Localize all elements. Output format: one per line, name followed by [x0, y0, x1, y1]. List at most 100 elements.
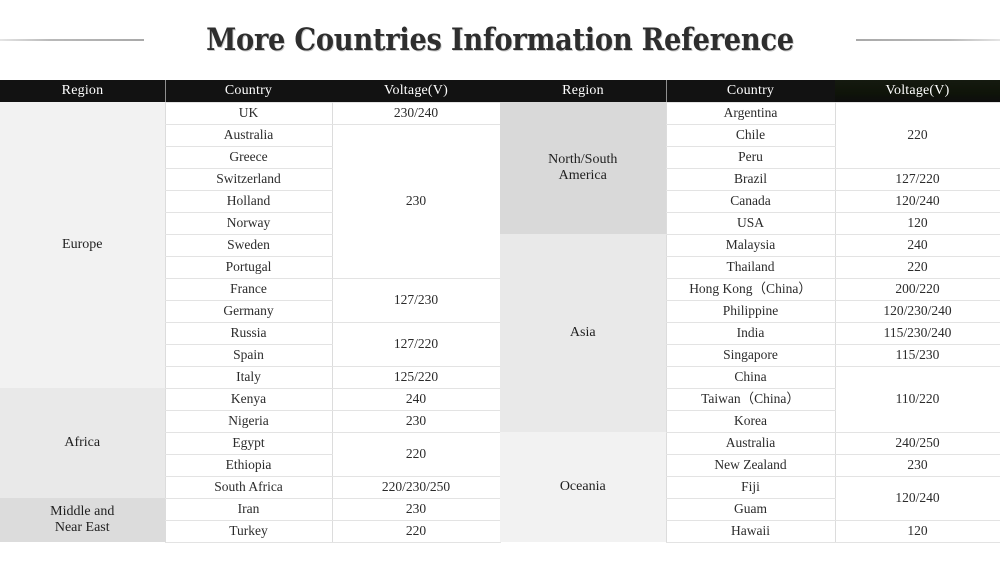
- voltage-cell: 110/220: [835, 365, 1000, 433]
- voltage-cell: 115/230/240: [835, 321, 1000, 345]
- table-row: Africa Kenya 240: [0, 387, 501, 498]
- voltage-table-left: Region Country Voltage(V) Europe UK 230/24…: [0, 80, 501, 543]
- col-header-country: Country: [165, 80, 332, 102]
- country-cell: Ethiopia: [164, 453, 333, 477]
- voltage-cell: 220/230/250: [332, 475, 501, 499]
- country-cell: Hawaii: [665, 519, 836, 543]
- voltage-cell: 120: [835, 519, 1000, 543]
- country-cell: USA: [665, 211, 836, 235]
- country-cell: Germany: [164, 299, 333, 323]
- region-label-line2: America: [558, 168, 607, 183]
- voltage-cell: 220: [332, 431, 501, 477]
- voltage-cell: 230: [835, 453, 1000, 477]
- country-cell: Portugal: [164, 255, 333, 279]
- country-cell: Thailand: [665, 255, 836, 279]
- right-table-wrapper: Region Country Voltage(V) North/South Ame…: [500, 80, 1000, 543]
- country-cell: New Zealand: [665, 453, 836, 477]
- voltage-cell: 220: [835, 101, 1000, 169]
- country-cell: Fiji: [665, 475, 836, 499]
- table-row: Asia Malaysia 240: [500, 233, 1000, 432]
- col-header-voltage: Voltage(V): [332, 80, 500, 102]
- voltage-cell: 230: [332, 409, 501, 433]
- region-cell: Europe: [0, 102, 165, 388]
- country-cell: South Africa: [164, 475, 333, 499]
- tables-container: Region Country Voltage(V) Europe UK 230/24…: [0, 80, 1000, 543]
- country-cell: Kenya: [164, 387, 333, 411]
- country-cell: France: [164, 277, 333, 301]
- voltage-cell: 120/240: [835, 475, 1000, 521]
- voltage-cell: 120/230/240: [835, 299, 1000, 323]
- country-cell: Iran: [164, 497, 333, 521]
- region-label-line2: Near East: [54, 520, 110, 535]
- country-cell: Spain: [164, 343, 333, 367]
- country-cell: Philippine: [665, 299, 836, 323]
- voltage-cell: 220: [835, 255, 1000, 279]
- table-body-right: North/South America Argentina 220 Chile Peru B…: [500, 101, 1000, 543]
- country-cell: Taiwan（China）: [665, 387, 836, 411]
- region-cell: Oceania: [500, 432, 666, 542]
- voltage-cell: 230/240: [332, 101, 501, 125]
- country-cell: Norway: [164, 211, 333, 235]
- header-row: Region Country Voltage(V): [0, 80, 500, 102]
- voltage-cell: 230: [332, 123, 501, 279]
- col-header-country: Country: [666, 80, 835, 102]
- country-cell: Malaysia: [665, 233, 836, 257]
- country-cell: China: [665, 365, 836, 389]
- country-cell: Switzerland: [164, 167, 333, 191]
- country-cell: Chile: [665, 123, 836, 147]
- country-cell: Holland: [164, 189, 333, 213]
- region-label-line1: North/South: [548, 152, 618, 168]
- country-cell: Argentina: [665, 101, 836, 125]
- country-cell: Canada: [665, 189, 836, 213]
- voltage-cell: 240: [835, 233, 1000, 257]
- voltage-cell: 240: [332, 387, 501, 411]
- voltage-cell: 120: [835, 211, 1000, 235]
- region-cell: Asia: [500, 234, 666, 432]
- voltage-cell: 125/220: [332, 365, 501, 389]
- country-cell: Hong Kong（China）: [665, 277, 836, 301]
- table-row: Oceania Australia 240/250: [500, 431, 1000, 542]
- table-head-left: Region Country Voltage(V): [0, 80, 500, 102]
- col-header-region: Region: [0, 80, 165, 102]
- country-cell: Korea: [665, 409, 836, 433]
- voltage-cell: 120/240: [835, 189, 1000, 213]
- country-cell: Australia: [164, 123, 333, 147]
- table-row: North/South America Argentina 220: [500, 101, 1000, 234]
- table-body-left: Europe UK 230/240 Australia 230 Greece Switzer…: [0, 101, 501, 543]
- voltage-cell: 220: [332, 519, 501, 543]
- table-head-right: Region Country Voltage(V): [500, 80, 1000, 102]
- voltage-table-right: Region Country Voltage(V) North/South Ame…: [500, 80, 1000, 543]
- voltage-cell: 115/230: [835, 343, 1000, 367]
- page-title-bar: More Countries Information Reference: [0, 0, 1000, 80]
- country-cell: Russia: [164, 321, 333, 345]
- col-header-region: Region: [500, 80, 666, 102]
- country-cell: Brazil: [665, 167, 836, 191]
- voltage-cell: 230: [332, 497, 501, 521]
- country-cell: Nigeria: [164, 409, 333, 433]
- voltage-cell: 127/220: [332, 321, 501, 367]
- region-label-line1: Middle and: [50, 504, 115, 520]
- header-row: Region Country Voltage(V): [500, 80, 1000, 102]
- country-cell: Guam: [665, 497, 836, 521]
- voltage-cell: 240/250: [835, 431, 1000, 455]
- table-row: Middle and Near East Iran 230: [0, 497, 501, 542]
- country-cell: Italy: [164, 365, 333, 389]
- table-row: Europe UK 230/240: [0, 101, 501, 388]
- page-title: More Countries Information Reference: [206, 21, 794, 58]
- col-header-voltage: Voltage(V): [835, 80, 1000, 102]
- left-table-wrapper: Region Country Voltage(V) Europe UK 230/24…: [0, 80, 501, 543]
- country-cell: India: [665, 321, 836, 345]
- voltage-cell: 127/220: [835, 167, 1000, 191]
- region-cell: Middle and Near East: [0, 498, 165, 542]
- title-rule-right: [856, 39, 1000, 41]
- country-cell: Egypt: [164, 431, 333, 455]
- title-rule-left: [0, 39, 145, 41]
- voltage-cell: 127/230: [332, 277, 501, 323]
- page-root: More Countries Information Reference Reg…: [0, 0, 1000, 574]
- country-cell: Singapore: [665, 343, 836, 367]
- country-cell: Peru: [665, 145, 836, 169]
- country-cell: Australia: [665, 431, 836, 455]
- voltage-cell: 200/220: [835, 277, 1000, 301]
- region-cell: North/South America: [500, 102, 666, 234]
- country-cell: UK: [164, 101, 333, 125]
